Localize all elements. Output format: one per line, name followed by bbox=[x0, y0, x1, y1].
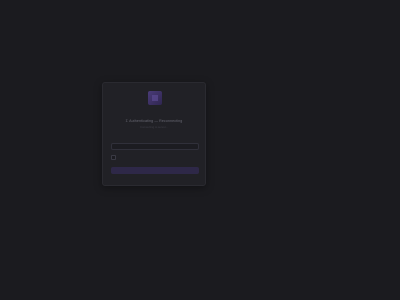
submit-button[interactable] bbox=[111, 167, 199, 174]
app-window: Σ Authenticating — Reconnecting Connecti… bbox=[0, 0, 400, 300]
app-logo-icon bbox=[148, 91, 162, 105]
credential-input[interactable] bbox=[111, 143, 199, 150]
remember-checkbox[interactable] bbox=[111, 155, 116, 160]
dialog-title: Σ Authenticating — Reconnecting bbox=[125, 119, 183, 123]
remember-row[interactable] bbox=[111, 155, 118, 160]
dialog-subtitle: Connecting to server... bbox=[140, 125, 168, 129]
login-dialog: Σ Authenticating — Reconnecting Connecti… bbox=[102, 82, 206, 186]
